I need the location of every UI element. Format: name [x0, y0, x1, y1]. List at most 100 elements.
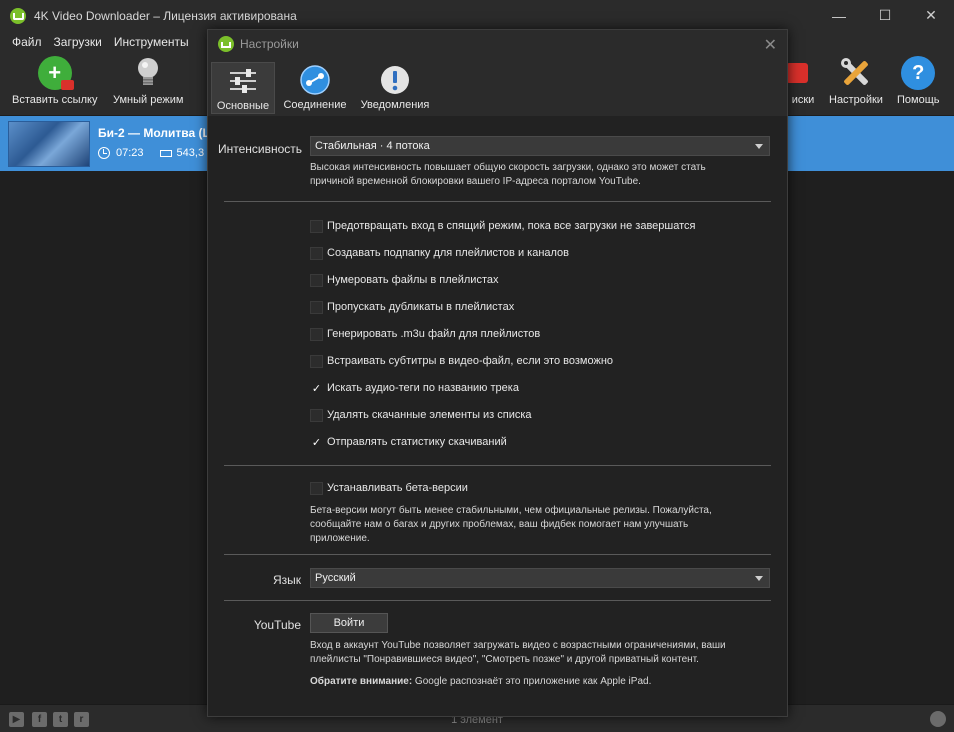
menu-file[interactable]: Файл: [6, 35, 48, 49]
checkbox[interactable]: [310, 246, 323, 260]
alert-icon: [379, 64, 411, 96]
beta-hint-line3: приложение.: [310, 533, 370, 544]
divider: [224, 554, 771, 555]
option-skip-duplicates[interactable]: Пропускать дубликаты в плейлистах: [310, 299, 514, 315]
checkmark-icon[interactable]: ✓: [310, 382, 323, 395]
intensity-select[interactable]: Стабильная · 4 потока: [310, 136, 770, 156]
intensity-hint-line2: причиной временной блокировки вашего IP-…: [310, 176, 641, 187]
intensity-hint: Высокая интенсивность повышает общую ско…: [310, 161, 775, 189]
intensity-value: Стабильная · 4 потока: [315, 140, 430, 152]
window-title: 4K Video Downloader – Лицензия активиров…: [34, 8, 297, 23]
youtube-note-text: Google распознаёт это приложение как App…: [412, 676, 652, 687]
option-label: Устанавливать бета-версии: [327, 482, 468, 494]
language-label: Язык: [272, 573, 301, 587]
option-beta[interactable]: Устанавливать бета-версии: [310, 480, 468, 496]
settings-button[interactable]: Настройки: [829, 56, 883, 106]
video-thumbnail: [8, 121, 90, 167]
option-embed-subtitles[interactable]: Встраивать субтитры в видео-файл, если э…: [310, 353, 613, 369]
dialog-titlebar: Настройки ✕: [208, 30, 787, 58]
help-icon: ?: [901, 56, 936, 90]
checkbox[interactable]: [310, 219, 323, 233]
youtube-note-bold: Обратите внимание:: [310, 676, 413, 687]
settings-general-panel: Интенсивность Стабильная · 4 потока Высо…: [208, 116, 787, 716]
file-size-icon: [159, 149, 172, 157]
option-label: Удалять скачанные элементы из списка: [327, 409, 532, 421]
option-send-stats[interactable]: ✓ Отправлять статистику скачиваний: [310, 434, 507, 450]
checkbox[interactable]: [310, 273, 323, 287]
subscriptions-label: иски: [791, 94, 815, 106]
checkmark-icon[interactable]: ✓: [310, 436, 323, 449]
beta-hint-line2: сообщайте нам о багах и других проблемах…: [310, 519, 689, 530]
clock-icon: [98, 147, 110, 159]
divider: [224, 201, 771, 202]
subscriptions-icon: [786, 56, 820, 90]
option-label: Предотвращать вход в спящий режим, пока …: [327, 220, 696, 232]
window-controls: — ☐ ✕: [816, 0, 954, 31]
app-logo-icon: [10, 7, 26, 24]
maximize-button[interactable]: ☐: [862, 0, 908, 31]
divider: [224, 465, 771, 466]
tab-general[interactable]: Основные: [211, 62, 275, 114]
network-icon: [299, 64, 331, 96]
intensity-label: Интенсивность: [218, 142, 303, 156]
download-title: Би-2 — Молитва (L: [98, 126, 210, 140]
option-label: Нумеровать файлы в плейлистах: [327, 274, 499, 286]
youtube-hint-line2: плейлисты "Понравившиеся видео", "Смотре…: [310, 654, 699, 665]
subscriptions-button[interactable]: иски: [786, 56, 820, 106]
lightbulb-icon: [131, 56, 165, 90]
option-label: Пропускать дубликаты в плейлистах: [327, 301, 515, 313]
tab-notifications[interactable]: Уведомления: [358, 62, 432, 114]
youtube-hint-line1: Вход в аккаунт YouTube позволяет загружа…: [310, 640, 726, 651]
menu-tools[interactable]: Инструменты: [108, 35, 195, 49]
checkbox[interactable]: [310, 327, 323, 341]
tab-notifications-label: Уведомления: [360, 99, 430, 111]
checkbox[interactable]: [310, 408, 323, 422]
checkbox[interactable]: [310, 481, 323, 495]
option-label: Создавать подпапку для плейлистов и кана…: [327, 247, 570, 259]
wrench-icon: [839, 56, 873, 90]
download-meta: 07:23 543,3 N: [98, 147, 215, 159]
beta-hint-line1: Бета-версии могут быть менее стабильными…: [310, 505, 712, 516]
beta-hint: Бета-версии могут быть менее стабильными…: [310, 504, 775, 546]
chevron-down-icon: [755, 576, 763, 581]
option-number-files[interactable]: Нумеровать файлы в плейлистах: [310, 272, 498, 288]
main-titlebar: 4K Video Downloader – Лицензия активиров…: [0, 0, 954, 31]
option-audio-tags[interactable]: ✓ Искать аудио-теги по названию трека: [310, 380, 519, 396]
option-prevent-sleep[interactable]: Предотвращать вход в спящий режим, пока …: [310, 218, 696, 234]
youtube-note: Обратите внимание: Google распознаёт это…: [310, 675, 780, 689]
settings-label: Настройки: [829, 94, 883, 106]
divider: [224, 600, 771, 601]
tab-general-label: Основные: [216, 100, 270, 112]
download-duration: 07:23: [116, 147, 144, 159]
paste-link-button[interactable]: + Вставить ссылку: [12, 56, 97, 106]
close-button[interactable]: ✕: [908, 0, 954, 31]
intensity-hint-line1: Высокая интенсивность повышает общую ско…: [310, 162, 706, 173]
option-remove-downloaded[interactable]: Удалять скачанные элементы из списка: [310, 407, 532, 423]
minimize-button[interactable]: —: [816, 0, 862, 31]
checkbox[interactable]: [310, 354, 323, 368]
paste-link-icon: +: [37, 56, 74, 90]
dialog-logo-icon: [218, 36, 234, 52]
language-value: Русский: [315, 572, 356, 584]
sliders-icon: [227, 65, 259, 97]
settings-dialog: Настройки ✕ Основные Соединение Уведомле…: [207, 29, 788, 717]
dialog-tabs: Основные Соединение Уведомления: [208, 58, 787, 116]
option-label: Генерировать .m3u файл для плейлистов: [327, 328, 541, 340]
paste-link-label: Вставить ссылку: [12, 94, 98, 106]
smart-mode-label: Умный режим: [113, 94, 184, 106]
menu-downloads[interactable]: Загрузки: [48, 35, 108, 49]
tab-connection[interactable]: Соединение: [280, 62, 350, 114]
option-generate-m3u[interactable]: Генерировать .m3u файл для плейлистов: [310, 326, 540, 342]
option-create-subfolder[interactable]: Создавать подпапку для плейлистов и кана…: [310, 245, 569, 261]
login-button[interactable]: Войти: [310, 613, 388, 633]
checkbox[interactable]: [310, 300, 323, 314]
option-label: Отправлять статистику скачиваний: [327, 436, 507, 448]
help-button[interactable]: ? Помощь: [897, 56, 940, 106]
dialog-close-button[interactable]: ✕: [764, 35, 777, 55]
language-select[interactable]: Русский: [310, 568, 770, 588]
chevron-down-icon: [755, 144, 763, 149]
youtube-label: YouTube: [253, 618, 301, 632]
youtube-hint: Вход в аккаунт YouTube позволяет загружа…: [310, 639, 780, 667]
globe-icon[interactable]: [930, 711, 946, 727]
smart-mode-button[interactable]: Умный режим: [113, 56, 183, 106]
